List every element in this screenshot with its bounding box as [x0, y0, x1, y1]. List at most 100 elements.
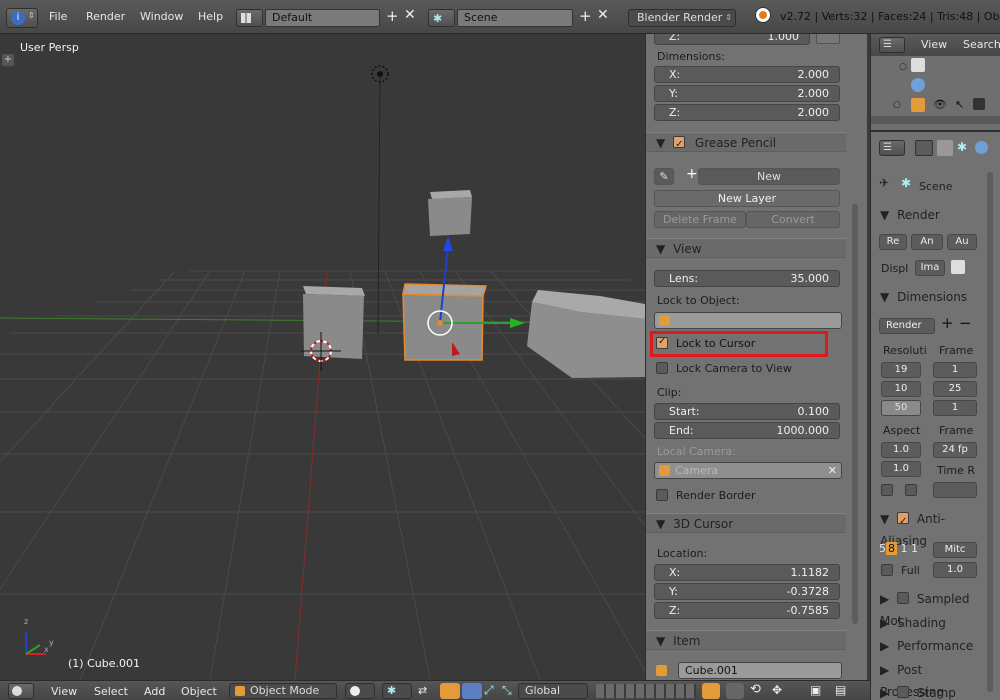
lens-field[interactable]: Lens: 35.000 — [654, 270, 840, 287]
render-tab-icon[interactable] — [915, 140, 933, 156]
sidebar-scrollbar[interactable] — [852, 204, 858, 624]
orientation-select[interactable]: Global — [518, 683, 588, 699]
3d-cursor-panel-header[interactable]: ▼ 3D Cursor — [646, 513, 846, 533]
render-preset-select[interactable]: Render — [879, 318, 935, 334]
render-camera-icon[interactable] — [973, 98, 985, 110]
time-remap-field[interactable] — [933, 482, 977, 498]
stamp-panel-header[interactable]: ▶ Stamp — [871, 682, 983, 700]
aspect-y-field[interactable]: 1.0 — [881, 461, 921, 477]
shading-panel-header[interactable]: ▶ Shading — [871, 612, 983, 634]
render-animation-button[interactable]: An — [911, 234, 943, 250]
cursor-x-field[interactable]: X: 1.1182 — [654, 564, 840, 581]
scale-icon[interactable]: ⤢ — [484, 683, 494, 698]
render-border-checkbox[interactable] — [656, 489, 668, 501]
frame-step-field[interactable]: 1 — [933, 400, 977, 416]
outliner-tree[interactable]: ○ ○ 👁 ↖ — [871, 56, 1000, 126]
render-preview-icon[interactable]: ▣ — [810, 683, 821, 697]
shading-select[interactable] — [345, 683, 375, 699]
delete-frame-button[interactable]: Delete Frame — [654, 211, 746, 228]
render-audio-button[interactable]: Au — [947, 234, 977, 250]
render-image-button[interactable]: Re — [879, 234, 907, 250]
new-layer-button[interactable]: New Layer — [654, 190, 840, 207]
outliner-scrollbar[interactable] — [871, 116, 1000, 124]
resolution-percent-field[interactable]: 50 — [881, 400, 921, 416]
select-arrow-icon[interactable]: ↖ — [955, 98, 964, 111]
visibility-eye-icon[interactable]: 👁 — [933, 98, 947, 111]
aa-11[interactable]: 1 — [901, 542, 908, 555]
mode-select[interactable]: Object Mode — [229, 683, 337, 699]
render-engine-select[interactable]: Blender Render ⇕ — [628, 9, 736, 27]
menu-file[interactable]: File — [49, 10, 67, 23]
translate-icon[interactable] — [440, 683, 460, 699]
pin-icon[interactable]: ✈ — [879, 176, 889, 190]
motion-blur-checkbox[interactable] — [897, 592, 910, 604]
add-layout-icon[interactable]: + — [386, 7, 399, 25]
outliner-editor-button[interactable]: ☰ — [879, 37, 905, 53]
cursor-z-field[interactable]: Z: -0.7585 — [654, 602, 840, 619]
lock-interface-icon[interactable] — [951, 260, 965, 274]
menu-object[interactable]: Object — [181, 685, 217, 698]
aspect-x-field[interactable]: 1.0 — [881, 442, 921, 458]
display-select[interactable]: Ima — [915, 260, 945, 276]
properties-scrollbar[interactable] — [987, 172, 993, 692]
proportional-edit-icon[interactable]: ⟲ — [750, 682, 761, 697]
render-panel-header[interactable]: ▼ Render — [871, 204, 983, 226]
clip-start-field[interactable]: Start: 0.100 — [654, 403, 840, 420]
render-anim-icon[interactable]: ▤ — [835, 683, 846, 697]
item-name-field[interactable]: Cube.001 — [678, 662, 842, 679]
frame-end-field[interactable]: 25 — [933, 381, 977, 397]
clear-icon[interactable]: ✕ — [828, 463, 837, 478]
lock-icon[interactable] — [816, 34, 840, 44]
sampled-motion-blur-header[interactable]: ▶ Sampled Mot — [871, 588, 983, 628]
snap-icon[interactable]: ✥ — [772, 683, 782, 697]
full-sample-checkbox[interactable] — [881, 564, 893, 576]
view-panel-header[interactable]: ▼ View — [646, 238, 846, 258]
menu-view[interactable]: View — [51, 685, 77, 698]
aa-5[interactable]: 5 — [879, 542, 886, 555]
close-layout-icon[interactable]: ✕ — [404, 7, 416, 23]
menu-add[interactable]: Add — [144, 685, 165, 698]
border-checkbox[interactable] — [881, 484, 893, 496]
lock-to-cursor-label[interactable]: Lock to Cursor — [676, 337, 755, 350]
aa-8[interactable]: 8 — [886, 542, 897, 555]
toolshelf-toggle-icon[interactable]: + — [2, 54, 14, 66]
add-preset-icon[interactable]: + — [941, 314, 954, 332]
3d-viewport[interactable]: User Persp + z y x (1) Cube.001 — [0, 34, 645, 680]
resolution-y-field[interactable]: 10 — [881, 381, 921, 397]
full-sample-label[interactable]: Full — [901, 564, 920, 577]
layout-selector-button[interactable] — [236, 9, 263, 27]
dimension-z-field[interactable]: Z: 2.000 — [654, 104, 840, 121]
convert-button[interactable]: Convert — [746, 211, 840, 228]
layout-name-field[interactable]: Default — [265, 9, 380, 27]
lock-to-cursor-checkbox[interactable] — [656, 336, 668, 349]
scene-name-field[interactable]: Scene — [457, 9, 573, 27]
lock-object-field[interactable] — [654, 312, 842, 329]
outliner-search-menu[interactable]: Search — [963, 38, 1000, 51]
editor-type-button[interactable] — [8, 683, 34, 699]
crop-checkbox[interactable] — [905, 484, 917, 496]
menu-select[interactable]: Select — [94, 685, 128, 698]
world-tab-icon[interactable] — [975, 141, 988, 154]
scene-tab-icon[interactable]: ✱ — [957, 140, 967, 154]
rotate-icon[interactable] — [462, 683, 482, 699]
menu-render[interactable]: Render — [86, 10, 125, 23]
resolution-x-field[interactable]: 19 — [881, 362, 921, 378]
filter-size-field[interactable]: 1.0 — [933, 562, 977, 578]
dimension-y-field[interactable]: Y: 2.000 — [654, 85, 840, 102]
close-scene-icon[interactable]: ✕ — [597, 7, 609, 23]
rotation-z-field[interactable]: Z: 1.000 — [654, 34, 810, 45]
anti-aliasing-panel-header[interactable]: ▼ Anti-Aliasing — [871, 508, 983, 548]
dimensions-panel-header[interactable]: ▼ Dimensions — [871, 286, 983, 308]
cursor-y-field[interactable]: Y: -0.3728 — [654, 583, 840, 600]
item-panel-header[interactable]: ▼ Item — [646, 630, 846, 650]
dimension-x-field[interactable]: X: 2.000 — [654, 66, 840, 83]
post-processing-panel-header[interactable]: ▶ Post Processing — [871, 659, 983, 699]
outliner-view-menu[interactable]: View — [921, 38, 947, 51]
layer-buttons[interactable] — [596, 684, 696, 698]
layers-tab-icon[interactable] — [937, 140, 953, 156]
menu-window[interactable]: Window — [140, 10, 183, 23]
aa-16[interactable]: 1 — [911, 542, 918, 555]
lock-camera-to-view-checkbox[interactable] — [656, 362, 668, 374]
grease-pencil-checkbox[interactable] — [673, 135, 686, 155]
render-border-label[interactable]: Render Border — [676, 489, 756, 502]
